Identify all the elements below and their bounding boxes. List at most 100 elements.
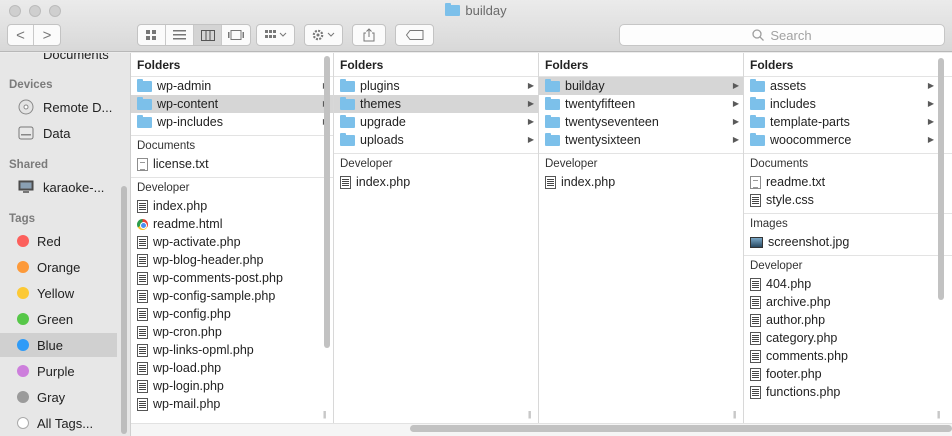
sidebar-item-tag-gray[interactable]: Gray: [0, 385, 117, 409]
file-row[interactable]: wp-login.php: [131, 377, 333, 395]
folder-row[interactable]: twentyfifteen ▶: [539, 95, 743, 113]
folder-icon: [750, 114, 765, 128]
file-row[interactable]: comments.php: [744, 347, 952, 365]
columns-icon: [200, 29, 215, 41]
folder-icon: [750, 96, 765, 110]
php-file-icon: [137, 343, 148, 357]
list-icon: [173, 30, 186, 40]
folder-row-selected[interactable]: builday ▶: [539, 77, 743, 95]
file-row[interactable]: wp-activate.php: [131, 233, 333, 251]
html-file-icon: [137, 218, 148, 230]
sidebar-item-karaoke[interactable]: karaoke-...: [0, 175, 117, 199]
folder-row[interactable]: twentyseventeen ▶: [539, 113, 743, 131]
php-file-icon: [137, 289, 148, 303]
column-section-folders: Folders: [744, 53, 952, 77]
column-resize-handle[interactable]: ||: [937, 410, 940, 419]
folder-icon: [340, 78, 355, 92]
column-section-images: Images: [744, 213, 952, 233]
sidebar-item-tag-red[interactable]: Red: [0, 229, 117, 253]
column-resize-handle[interactable]: ||: [323, 410, 326, 419]
file-row[interactable]: readme.txt: [744, 173, 952, 191]
file-row[interactable]: wp-config-sample.php: [131, 287, 333, 305]
view-switcher: [137, 24, 251, 46]
file-row[interactable]: index.php: [131, 197, 333, 215]
folder-row[interactable]: wp-admin▶: [131, 77, 333, 95]
file-row[interactable]: footer.php: [744, 365, 952, 383]
file-row[interactable]: wp-blog-header.php: [131, 251, 333, 269]
file-row[interactable]: license.txt: [131, 155, 333, 173]
sidebar-item-tag-orange[interactable]: Orange: [0, 255, 117, 279]
folder-row[interactable]: assets ▶: [744, 77, 952, 95]
window-title: builday: [0, 3, 952, 18]
file-row[interactable]: index.php: [539, 173, 743, 191]
column-wp-content: Folders plugins ▶ themes ▶ upgrade ▶ upload…: [334, 53, 539, 423]
green-tag-icon: [17, 313, 29, 325]
file-row[interactable]: screenshot.jpg: [744, 233, 952, 251]
back-button[interactable]: <: [8, 25, 34, 45]
forward-button[interactable]: >: [34, 25, 60, 45]
folder-icon: [545, 96, 560, 110]
action-button[interactable]: [304, 24, 343, 46]
search-input[interactable]: Search: [619, 24, 945, 46]
column-section-folders: Folders: [334, 53, 538, 77]
folder-row[interactable]: upgrade ▶: [334, 113, 538, 131]
folder-row[interactable]: twentysixteen ▶: [539, 131, 743, 149]
file-row[interactable]: wp-config.php: [131, 305, 333, 323]
php-file-icon: [137, 397, 148, 411]
file-row[interactable]: category.php: [744, 329, 952, 347]
file-row[interactable]: readme.html: [131, 215, 333, 233]
file-row[interactable]: wp-load.php: [131, 359, 333, 377]
arrange-button[interactable]: [256, 24, 295, 46]
share-button[interactable]: [352, 24, 386, 46]
sidebar-item-data[interactable]: Data: [0, 121, 117, 145]
file-row[interactable]: wp-comments-post.php: [131, 269, 333, 287]
sidebar-scrollbar[interactable]: [121, 186, 127, 434]
folder-row[interactable]: plugins ▶: [334, 77, 538, 95]
yellow-tag-icon: [17, 287, 29, 299]
column-scrollbar[interactable]: [938, 58, 944, 300]
chevron-right-icon: ▶: [732, 117, 739, 126]
column-section-developer: Developer: [539, 153, 743, 173]
file-row[interactable]: archive.php: [744, 293, 952, 311]
tags-button[interactable]: [395, 24, 434, 46]
column-themes: Folders builday ▶ twentyfifteen ▶ twentyse…: [539, 53, 744, 423]
file-row[interactable]: wp-mail.php: [131, 395, 333, 413]
column-section-developer: Developer: [334, 153, 538, 173]
folder-row[interactable]: includes ▶: [744, 95, 952, 113]
file-row[interactable]: author.php: [744, 311, 952, 329]
php-file-icon: [750, 295, 761, 309]
folder-row-selected[interactable]: wp-content▶: [131, 95, 333, 113]
file-row[interactable]: functions.php: [744, 383, 952, 401]
column-section-documents: Documents: [131, 135, 333, 155]
file-row[interactable]: index.php: [334, 173, 538, 191]
list-view-button[interactable]: [166, 25, 194, 45]
image-file-icon: [750, 236, 763, 248]
column-resize-handle[interactable]: ||: [733, 410, 736, 419]
folder-row[interactable]: template-parts ▶: [744, 113, 952, 131]
search-icon: [752, 29, 765, 41]
file-row[interactable]: style.css: [744, 191, 952, 209]
sidebar-item-documents[interactable]: Documents: [0, 53, 117, 66]
sidebar-item-tag-blue[interactable]: Blue: [0, 333, 117, 357]
horizontal-scrollbar[interactable]: [410, 425, 952, 432]
sidebar-section-tags: Tags: [9, 213, 35, 225]
folder-icon: [137, 114, 152, 128]
column-view-button[interactable]: [194, 25, 222, 45]
sidebar-item-all-tags[interactable]: All Tags...: [0, 411, 117, 435]
column-resize-handle[interactable]: ||: [528, 410, 531, 419]
sidebar-item-tag-yellow[interactable]: Yellow: [0, 281, 117, 305]
folder-row[interactable]: wp-includes▶: [131, 113, 333, 131]
gallery-view-button[interactable]: [222, 25, 250, 45]
purple-tag-icon: [17, 365, 29, 377]
file-row[interactable]: wp-cron.php: [131, 323, 333, 341]
file-row[interactable]: 404.php: [744, 275, 952, 293]
folder-row-selected[interactable]: themes ▶: [334, 95, 538, 113]
column-scrollbar[interactable]: [324, 56, 330, 348]
sidebar-item-tag-green[interactable]: Green: [0, 307, 117, 331]
file-row[interactable]: wp-links-opml.php: [131, 341, 333, 359]
sidebar-item-tag-purple[interactable]: Purple: [0, 359, 117, 383]
sidebar-item-remote-disc[interactable]: Remote D...: [0, 95, 117, 119]
folder-row[interactable]: uploads ▶: [334, 131, 538, 149]
folder-row[interactable]: woocommerce ▶: [744, 131, 952, 149]
icon-view-button[interactable]: [138, 25, 166, 45]
